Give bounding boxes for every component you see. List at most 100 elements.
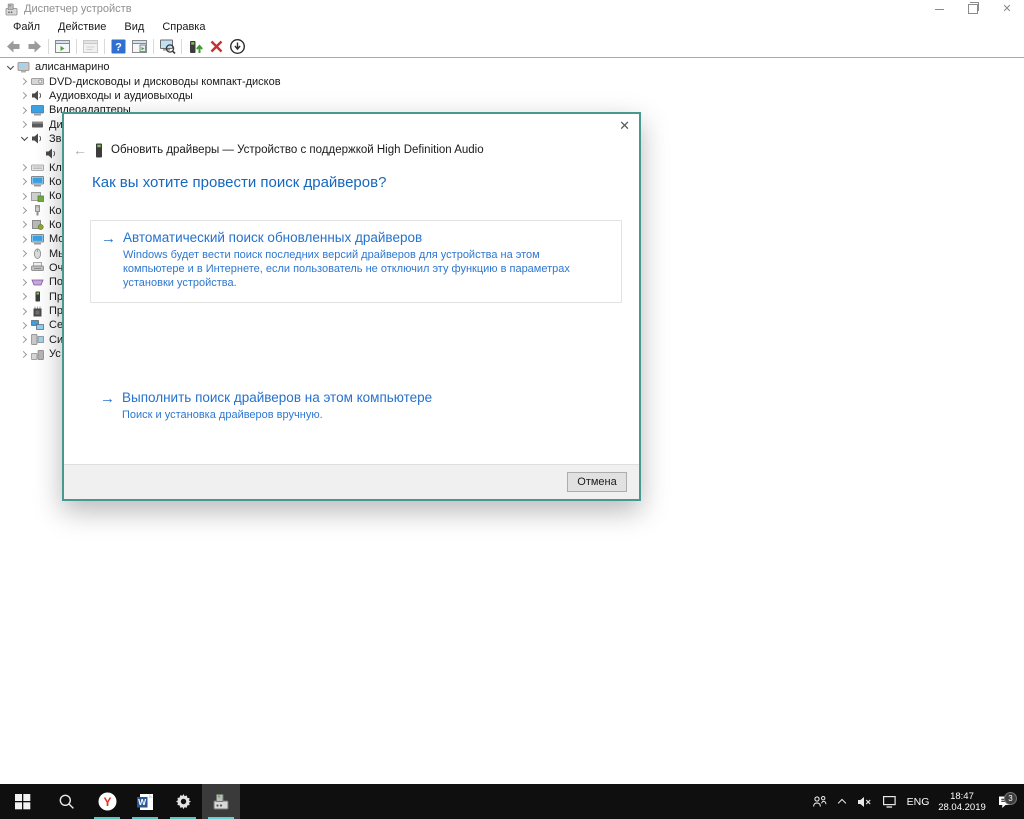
computer-icon [17,62,30,73]
restore-button[interactable] [956,0,990,18]
keyboard-icon [31,162,44,173]
menu-item[interactable]: Действие [49,19,115,35]
chevron-down-icon[interactable] [4,66,16,69]
menu-item[interactable]: Вид [115,19,153,35]
chevron-right-icon[interactable] [18,165,30,170]
printer-icon [31,262,44,273]
option-browse-computer[interactable]: →Выполнить поиск драйверов на этом компь… [90,390,622,422]
dialog-option-manual-container: →Выполнить поиск драйверов на этом компь… [90,390,622,422]
dialog-header: ← Обновить драйверы — Устройство с подде… [68,142,484,158]
dialog-back-icon[interactable]: ← [68,142,92,158]
chevron-right-icon[interactable] [18,309,30,314]
action-pane-icon[interactable] [129,37,150,56]
start-taskbar-button[interactable] [0,784,44,819]
tree-item-label: По [48,276,63,288]
dialog-heading: Как вы хотите провести поиск драйверов? [92,174,386,191]
menu-item[interactable]: Справка [153,19,214,35]
option-description: Windows будет вести поиск последних верс… [123,248,591,290]
search-taskbar-button[interactable] [44,784,88,819]
volume-muted-icon [857,796,872,808]
chevron-right-icon[interactable] [18,108,30,113]
taskbar: YW [0,784,1024,819]
speaker-icon [45,148,58,159]
tree-item-label: Ко [48,205,62,217]
option-search-automatically[interactable]: →Автоматический поиск обновленных драйве… [90,220,622,303]
forward-icon[interactable] [24,37,45,56]
notification-badge: 3 [1004,792,1017,805]
toolbar-separator [181,39,182,54]
port-icon [31,277,44,288]
action-center-button[interactable]: 3 [990,795,1020,809]
option-description: Поиск и установка драйверов вручную. [122,408,432,422]
chevron-down-icon[interactable] [18,137,30,140]
word-taskbar-button[interactable]: W [126,784,164,819]
svg-text:?: ? [115,42,122,54]
settings-taskbar-button[interactable] [164,784,202,819]
dialog-footer: Отмена [64,464,639,499]
disc-drive-icon [31,76,44,87]
title-bar: Диспетчер устройств ✕ [0,0,1024,18]
back-icon[interactable] [3,37,24,56]
menu-item[interactable]: Файл [4,19,49,35]
properties-icon[interactable] [80,37,101,56]
svg-text:W: W [138,797,147,807]
clock[interactable]: 18:47 28.04.2019 [934,791,990,813]
tray-expand-button[interactable] [832,797,852,806]
help-icon[interactable]: ? [108,37,129,56]
chevron-right-icon[interactable] [18,294,30,299]
clock-time: 18:47 [938,791,986,802]
chevron-right-icon[interactable] [18,323,30,328]
scan-hardware-icon[interactable] [157,37,178,56]
chevron-right-icon[interactable] [18,79,30,84]
close-icon: ✕ [1002,4,1011,15]
usb-icon [31,205,44,216]
dialog-close-icon[interactable]: ✕ [619,119,630,132]
hid-icon [31,349,44,360]
chevron-right-icon[interactable] [18,93,30,98]
speaker-icon [31,133,44,144]
tree-item-label: Зв [48,133,62,145]
tree-item[interactable]: DVD-дисководы и дисководы компакт-дисков [0,74,1024,88]
chevron-right-icon[interactable] [18,337,30,342]
language-indicator[interactable]: ENG [902,796,934,808]
clock-date: 28.04.2019 [938,802,986,813]
chevron-right-icon[interactable] [18,237,30,242]
close-button[interactable]: ✕ [990,0,1024,18]
speaker-icon [31,90,44,101]
chevron-right-icon[interactable] [18,179,30,184]
chevron-right-icon[interactable] [18,352,30,357]
minimize-button[interactable] [922,0,956,18]
tree-item-label: Ко [48,190,62,202]
chevron-right-icon[interactable] [18,122,30,127]
tree-item-label: Си [48,334,63,346]
restore-icon [968,4,978,14]
tree-item-label: Ди [48,119,63,131]
chevron-right-icon[interactable] [18,222,30,227]
volume-button[interactable] [852,796,876,808]
tree-item[interactable]: алисанмарино [0,60,1024,74]
disable-icon[interactable] [227,37,248,56]
tree-item-label: Оч [48,262,63,274]
network-button[interactable] [876,795,902,808]
chevron-right-icon[interactable] [18,280,30,285]
tree-item-label: Аудиовходы и аудиовыходы [48,90,193,102]
network-icon [31,320,44,331]
monitor-icon [31,234,44,245]
yandex-browser-taskbar-button[interactable]: Y [88,784,126,819]
device-manager-taskbar-button[interactable] [202,784,240,819]
chevron-right-icon[interactable] [18,208,30,213]
tree-item[interactable]: Аудиовходы и аудиовыходы [0,89,1024,103]
tree-item-label: Пр [48,305,63,317]
console-window-icon[interactable] [52,37,73,56]
cancel-button[interactable]: Отмена [567,472,627,492]
chevron-right-icon[interactable] [18,251,30,256]
people-button[interactable] [806,795,832,808]
tree-item-label: DVD-дисководы и дисководы компакт-дисков [48,76,281,88]
chevron-right-icon[interactable] [18,194,30,199]
tree-item-label: Ус [48,348,61,360]
update-driver-icon[interactable] [185,37,206,56]
toolbar-separator [104,39,105,54]
windows-logo-icon [14,793,31,810]
chevron-right-icon[interactable] [18,265,30,270]
uninstall-icon[interactable] [206,37,227,56]
